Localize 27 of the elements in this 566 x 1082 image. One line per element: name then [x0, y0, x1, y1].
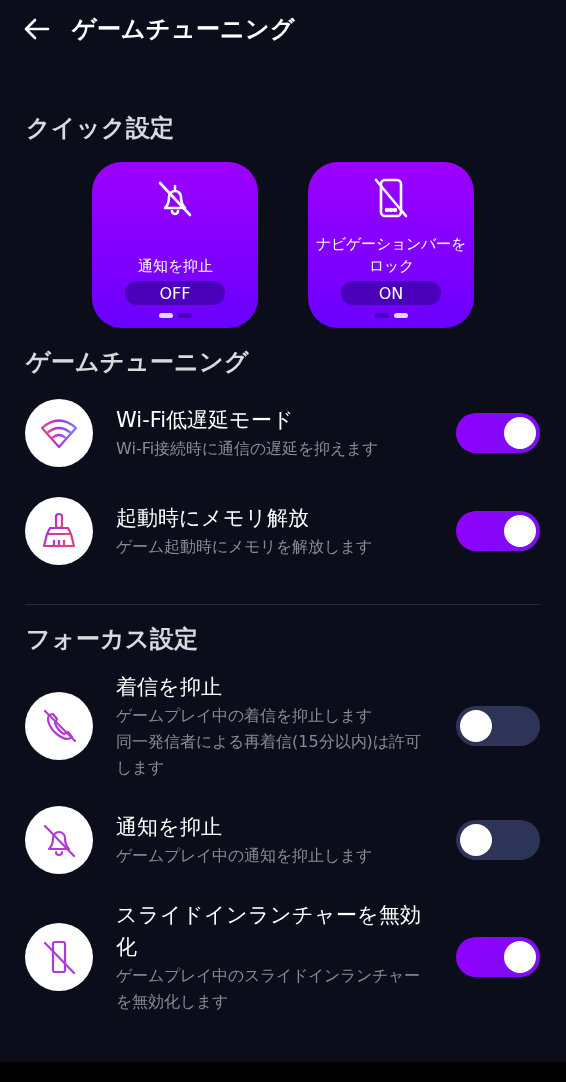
setting-title: スライドインランチャーを無効化: [116, 902, 422, 961]
quick-setting-tile[interactable]: ナビゲーションバーをロック ON: [308, 162, 474, 328]
toggle-switch[interactable]: [456, 413, 540, 453]
tile-state-pill: ON: [341, 281, 441, 305]
tile-label: 通知を抑止: [136, 256, 214, 277]
back-arrow-icon[interactable]: [22, 17, 50, 41]
toggle-switch[interactable]: [456, 937, 540, 977]
toggle-switch[interactable]: [456, 820, 540, 860]
setting-title: 起動時にメモリ解放: [116, 505, 310, 532]
section-title: ゲームチューニング: [24, 347, 250, 378]
tile-state-pill: OFF: [125, 281, 225, 305]
setting-description: ゲーム起動時にメモリを解放します: [116, 536, 373, 558]
setting-title: 通知を抑止: [116, 814, 223, 841]
setting-description: Wi-Fi接続時に通信の遅延を抑えます: [116, 438, 380, 460]
setting-description: ゲームプレイ中のスライドインランチャーを無効化します: [116, 965, 421, 1013]
setting-description: 同一発信者による再着信(15分以内)は許可します: [116, 731, 422, 779]
setting-description: ゲームプレイ中の着信を抑止します: [116, 705, 373, 727]
setting-title: Wi-Fi低遅延モード: [116, 407, 296, 434]
tile-label: ナビゲーションバーをロック: [315, 234, 467, 277]
section-title: クイック設定: [25, 113, 175, 144]
setting-title: 着信を抑止: [116, 674, 223, 701]
page-title: ゲームチューニング: [72, 14, 295, 45]
toggle-switch[interactable]: [456, 511, 540, 551]
quick-setting-tile[interactable]: 通知を抑止 OFF: [92, 162, 258, 328]
setting-description: ゲームプレイ中の通知を抑止します: [116, 845, 373, 867]
section-title: フォーカス設定: [25, 624, 199, 655]
toggle-switch[interactable]: [456, 706, 540, 746]
